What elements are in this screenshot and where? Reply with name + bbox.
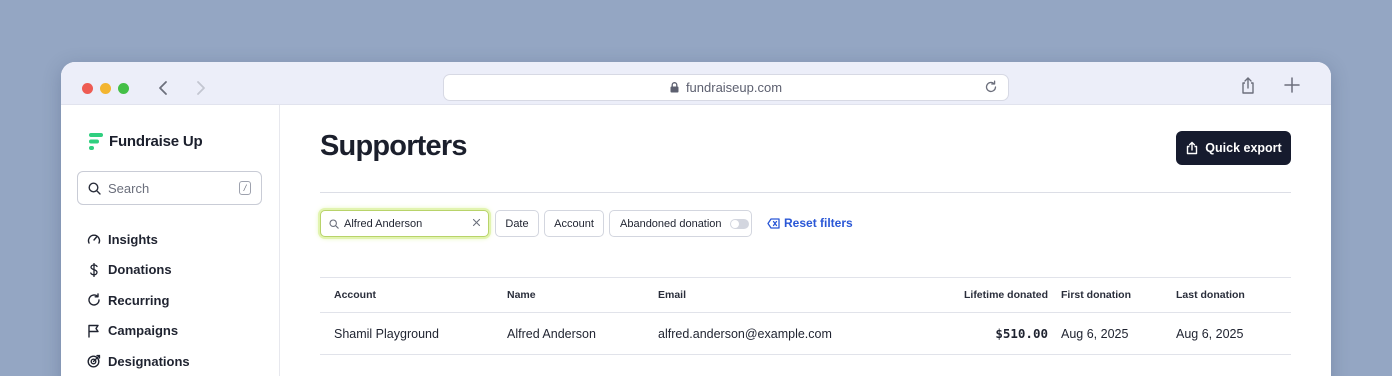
brand-name: Fundraise Up	[109, 133, 203, 150]
table-row[interactable]: Shamil Playground Alfred Anderson alfred…	[320, 313, 1291, 355]
sidebar-search-input[interactable]: Search /	[77, 171, 262, 205]
sidebar-item-recurring[interactable]: Recurring	[87, 285, 190, 316]
account-filter-button[interactable]: Account	[544, 210, 604, 237]
cell-last-donation: Aug 6, 2025	[1176, 326, 1244, 341]
abandoned-donation-filter[interactable]: Abandoned donation	[609, 210, 752, 237]
supporters-table: Account Name Email Lifetime donated Firs…	[320, 277, 1291, 355]
sidebar-nav: Insights Donations Recurring Campaigns D…	[87, 224, 190, 376]
column-header-account[interactable]: Account	[334, 278, 376, 312]
share-icon[interactable]	[1239, 76, 1257, 96]
chevron-left-icon	[159, 81, 167, 95]
sidebar-item-donations[interactable]: Donations	[87, 255, 190, 286]
minimize-window-button[interactable]	[100, 83, 111, 94]
browser-window: fundraiseup.com Fundraise Up Search / In…	[61, 62, 1331, 376]
quick-export-button[interactable]: Quick export	[1176, 131, 1291, 165]
title-divider	[320, 192, 1291, 193]
reset-filters-label: Reset filters	[784, 216, 853, 230]
abandoned-donation-toggle[interactable]	[729, 218, 749, 229]
supporter-search-input[interactable]: Alfred Anderson	[320, 210, 489, 237]
search-value: Alfred Anderson	[344, 217, 423, 230]
clear-search-icon[interactable]	[472, 218, 481, 227]
clear-filter-icon	[767, 217, 780, 229]
date-filter-button[interactable]: Date	[495, 210, 539, 237]
cell-name: Alfred Anderson	[507, 326, 596, 341]
page-title: Supporters	[320, 130, 467, 162]
back-button[interactable]	[152, 77, 174, 99]
toggle-knob	[730, 219, 739, 228]
column-header-name[interactable]: Name	[507, 278, 536, 312]
main-content: Supporters Quick export Alfred Anderson …	[280, 105, 1331, 376]
forward-button[interactable]	[190, 77, 212, 99]
recurring-icon	[87, 293, 101, 307]
upload-icon	[1185, 141, 1199, 155]
column-header-last-donation[interactable]: Last donation	[1176, 278, 1245, 312]
cell-email: alfred.anderson@example.com	[658, 326, 832, 341]
reset-filters-button[interactable]: Reset filters	[767, 216, 853, 230]
brand-logo[interactable]: Fundraise Up	[88, 132, 203, 151]
new-tab-icon[interactable]	[1284, 77, 1300, 93]
flag-icon	[87, 324, 101, 338]
close-window-button[interactable]	[82, 83, 93, 94]
fundraiseup-logo-icon	[89, 133, 103, 150]
search-icon	[88, 181, 101, 195]
chevron-right-icon	[197, 81, 205, 95]
url-text: fundraiseup.com	[685, 80, 783, 95]
abandoned-donation-label: Abandoned donation	[620, 217, 722, 230]
sidebar-item-label: Donations	[108, 262, 172, 278]
sidebar-item-campaigns[interactable]: Campaigns	[87, 316, 190, 347]
gauge-icon	[87, 232, 101, 246]
reload-icon[interactable]	[984, 80, 998, 94]
dollar-icon	[87, 262, 101, 277]
table-header: Account Name Email Lifetime donated Firs…	[320, 277, 1291, 313]
sidebar-item-insights[interactable]: Insights	[87, 224, 190, 255]
quick-export-label: Quick export	[1205, 141, 1282, 155]
sidebar-item-label: Campaigns	[108, 323, 179, 339]
column-header-first-donation[interactable]: First donation	[1061, 278, 1131, 312]
browser-toolbar: fundraiseup.com	[61, 62, 1331, 105]
sidebar-item-label: Insights	[108, 231, 158, 247]
cell-account: Shamil Playground	[334, 326, 439, 341]
cell-lifetime-donated: $510.00	[995, 326, 1048, 341]
maximize-window-button[interactable]	[118, 83, 129, 94]
shortcut-hint: /	[239, 181, 251, 195]
sidebar-item-label: Recurring	[108, 292, 170, 308]
search-icon	[329, 218, 339, 229]
column-header-email[interactable]: Email	[658, 278, 686, 312]
sidebar-item-label: Designations	[108, 353, 190, 369]
target-icon	[87, 354, 101, 368]
sidebar: Fundraise Up Search / Insights Donations	[61, 105, 280, 376]
address-bar[interactable]: fundraiseup.com	[443, 74, 1009, 101]
sidebar-item-designations[interactable]: Designations	[87, 346, 190, 376]
cell-first-donation: Aug 6, 2025	[1061, 326, 1129, 341]
column-header-lifetime-donated[interactable]: Lifetime donated	[964, 278, 1048, 312]
lock-icon	[670, 82, 679, 93]
search-placeholder: Search	[108, 180, 150, 196]
